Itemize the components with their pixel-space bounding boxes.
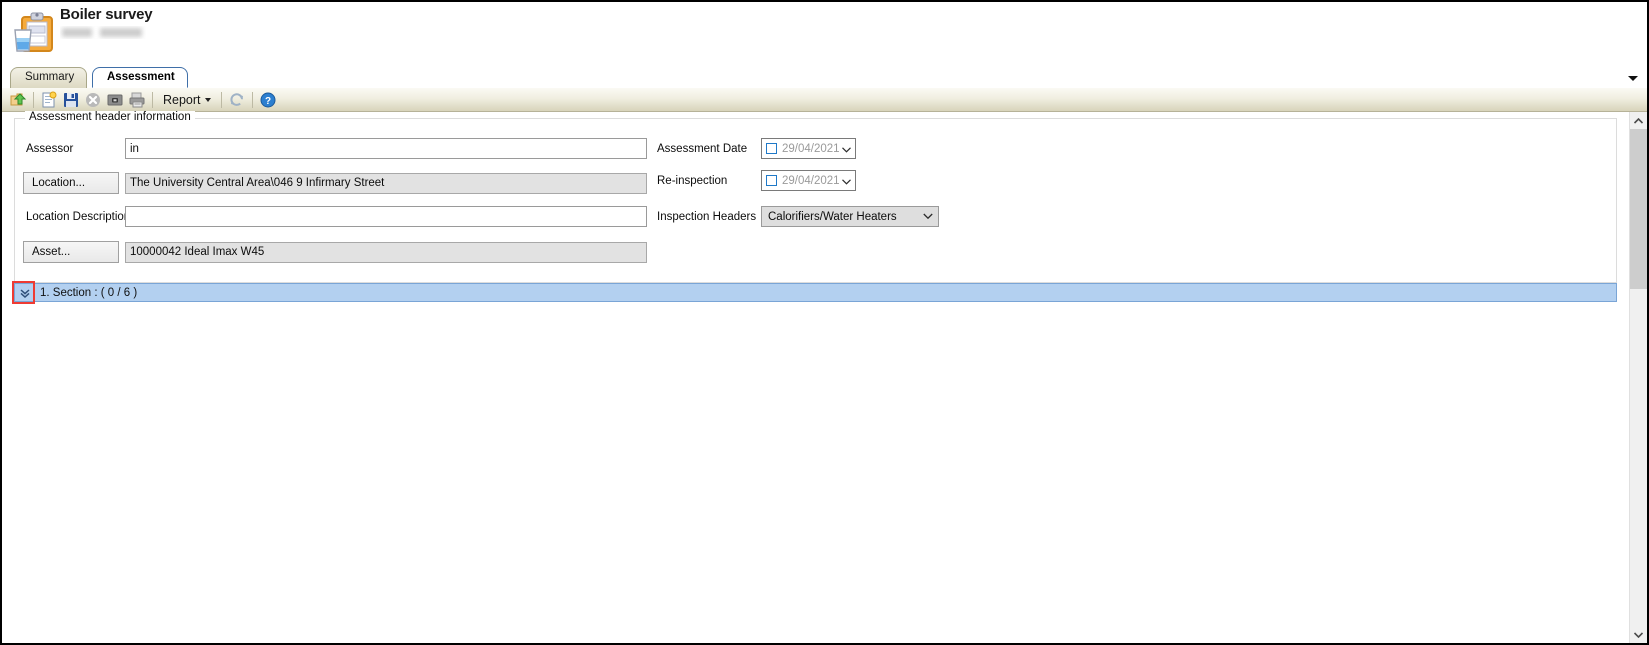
save-icon[interactable]: [60, 90, 82, 110]
toolbar-separator-4: [251, 91, 253, 108]
reinspection-date-value: 29/04/2021: [782, 174, 840, 187]
section-expand-double-chevron-down-icon[interactable]: [16, 284, 34, 301]
scroll-up-chevron-up-icon[interactable]: [1630, 112, 1647, 129]
assessment-date-checkbox-unchecked-icon[interactable]: [766, 143, 777, 154]
delete-icon[interactable]: [82, 90, 104, 110]
tab-assessment[interactable]: Assessment: [92, 67, 188, 88]
assessment-date-label: Assessment Date: [657, 143, 748, 155]
assessment-date-chevron-down-icon[interactable]: [841, 142, 851, 156]
location-description-input[interactable]: [125, 206, 647, 227]
assessment-date-value: 29/04/2021: [782, 142, 840, 155]
reinspection-label: Re-inspection: [657, 175, 728, 187]
location-value[interactable]: The University Central Area\046 9 Infirm…: [125, 173, 647, 194]
section-label: 1. Section : ( 0 / 6 ): [40, 286, 138, 299]
scroll-thumb[interactable]: [1630, 129, 1647, 289]
camera-photo-icon[interactable]: [104, 90, 126, 110]
print-icon[interactable]: [126, 90, 148, 110]
page-title: Boiler survey: [60, 6, 153, 23]
assessment-date-picker[interactable]: 29/04/2021: [761, 138, 856, 159]
section-row[interactable]: 1. Section : ( 0 / 6 ): [14, 283, 1617, 302]
tab-strip: Summary Assessment: [2, 64, 1647, 89]
window-header: Boiler survey: [2, 2, 1647, 64]
scroll-down-chevron-down-icon[interactable]: [1630, 626, 1647, 643]
report-button-label: Report: [163, 92, 201, 107]
page-subtitle-redacted: [60, 26, 146, 39]
help-icon[interactable]: ?: [257, 90, 279, 110]
toolbar-separator-1: [33, 91, 34, 108]
location-button[interactable]: Location...: [23, 172, 119, 194]
toolbar-separator-3: [220, 91, 222, 108]
toolbar-separator-2: [152, 91, 153, 108]
reinspection-date-picker[interactable]: 29/04/2021: [761, 170, 856, 191]
toolbar: Report ?: [2, 88, 1647, 112]
report-button[interactable]: Report: [157, 90, 217, 110]
tab-summary[interactable]: Summary: [10, 67, 88, 88]
inspection-headers-chevron-down-icon[interactable]: [918, 213, 938, 220]
groupbox-title: Assessment header information: [25, 111, 195, 123]
vertical-scrollbar[interactable]: [1629, 112, 1647, 643]
asset-value[interactable]: 10000042 Ideal Imax W45: [125, 242, 647, 263]
content-area: Assessment header information Assessor L…: [2, 111, 1647, 643]
reinspection-chevron-down-icon[interactable]: [841, 174, 851, 188]
caret-down-icon: [204, 97, 211, 102]
new-document-icon[interactable]: [38, 90, 60, 110]
inspection-headers-label: Inspection Headers: [657, 211, 757, 223]
location-description-label: Location Description: [26, 211, 131, 223]
svg-text:?: ?: [264, 96, 270, 107]
reinspection-checkbox-unchecked-icon[interactable]: [766, 175, 777, 186]
application-window: Boiler survey Summary Assessment Report …: [0, 0, 1649, 645]
clipboard-water-icon: [10, 10, 56, 56]
title-block: Boiler survey: [60, 6, 153, 39]
refresh-icon[interactable]: [226, 90, 248, 110]
back-icon[interactable]: [7, 90, 29, 110]
inspection-headers-dropdown[interactable]: Calorifiers/Water Heaters: [761, 206, 939, 227]
asset-button[interactable]: Asset...: [23, 241, 119, 263]
assessor-label: Assessor: [26, 143, 74, 155]
tab-overflow-chevron-down-icon[interactable]: [1627, 72, 1639, 82]
assessor-input[interactable]: [125, 138, 647, 159]
inspection-headers-value: Calorifiers/Water Heaters: [768, 210, 897, 223]
